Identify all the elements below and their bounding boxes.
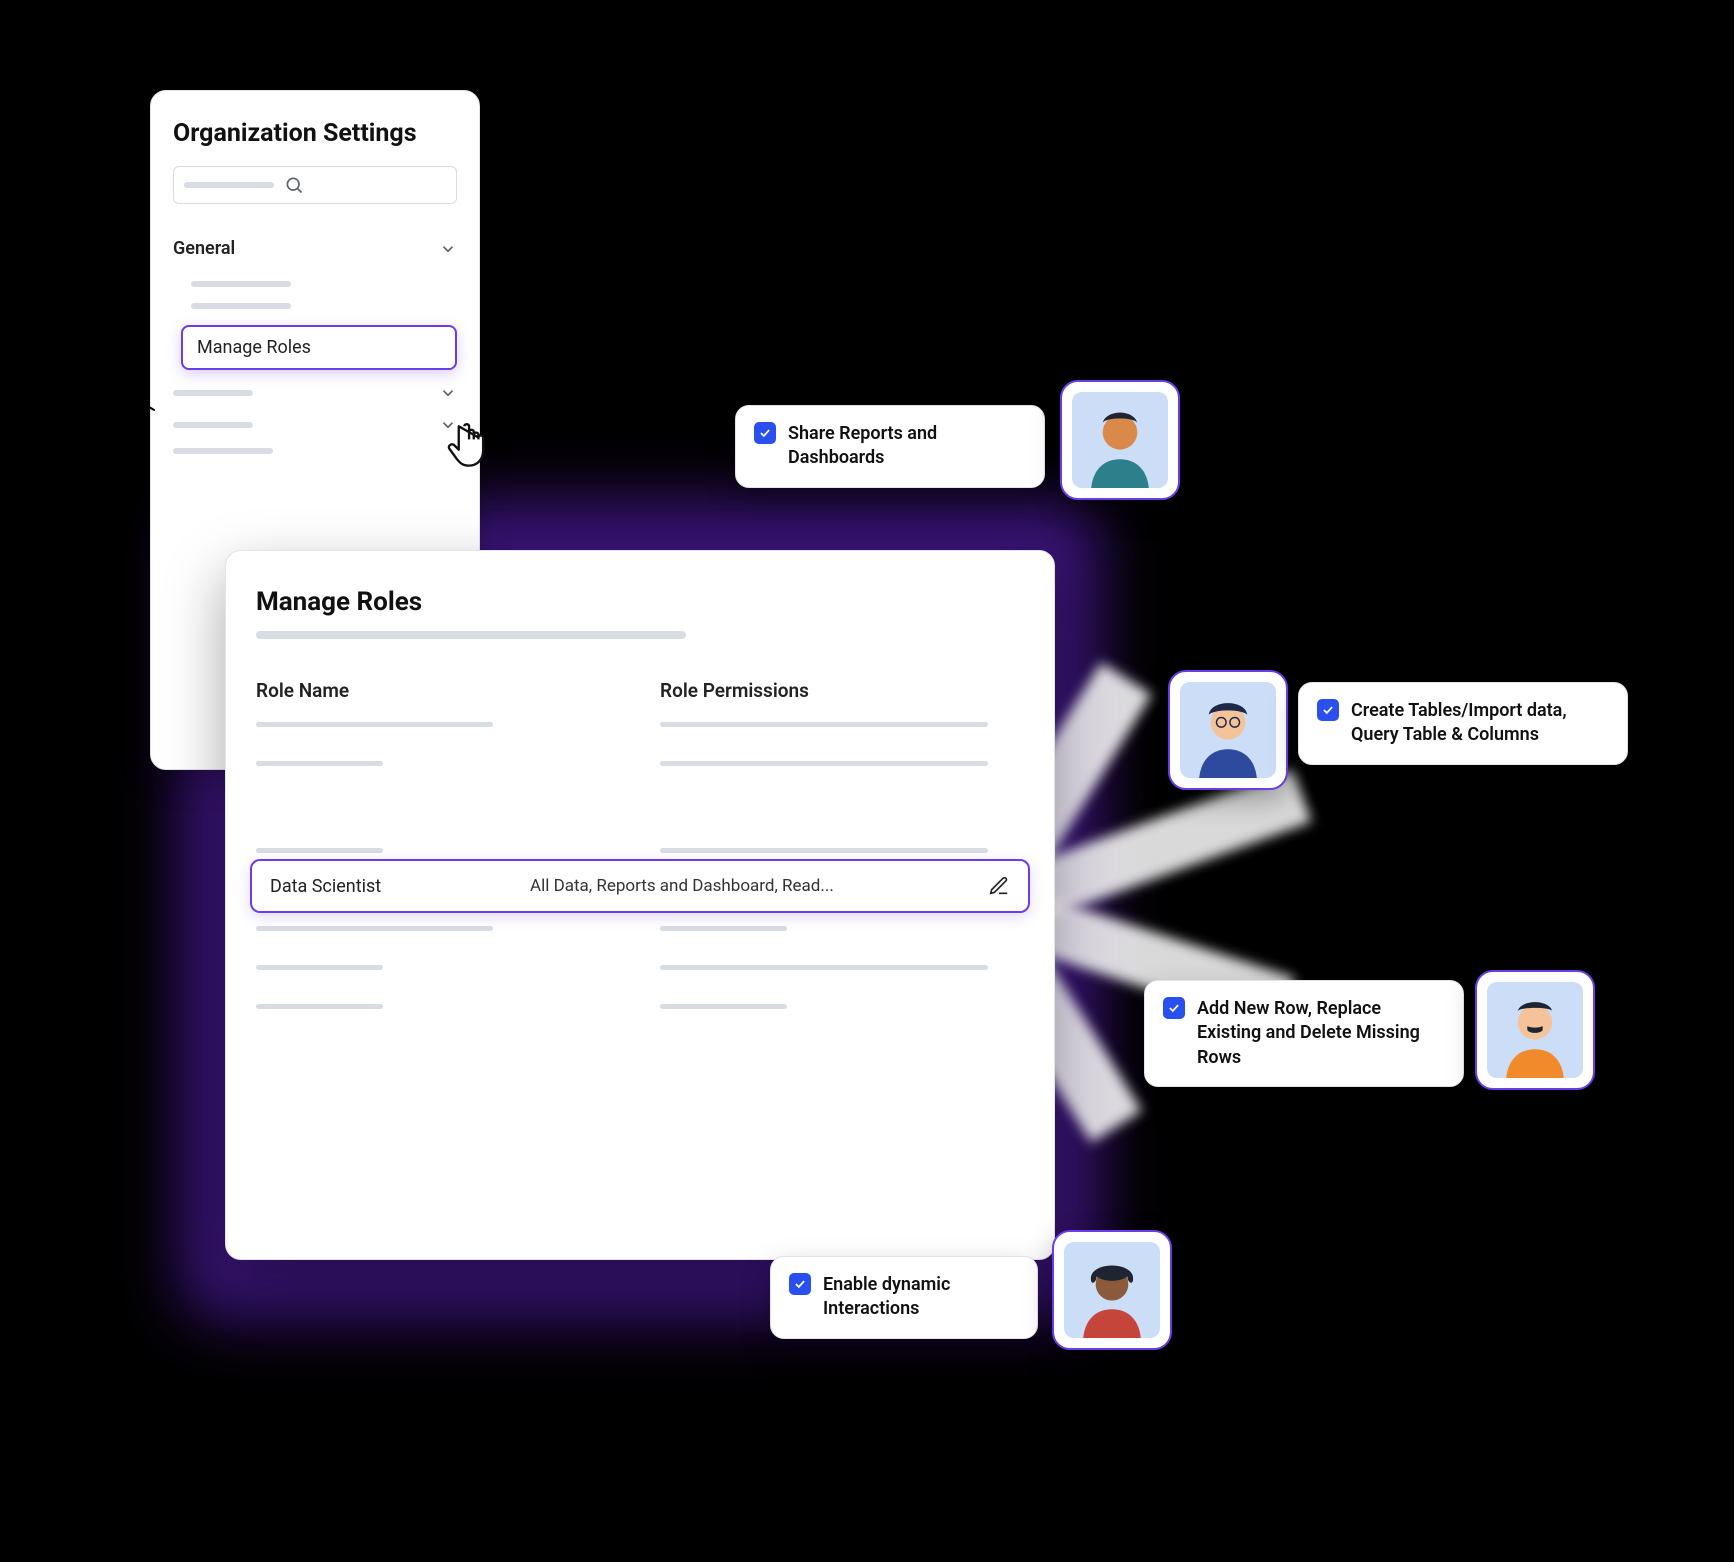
- table-row: [660, 761, 988, 766]
- permission-callout-dynamic-interactions: Enable dynamic Interactions: [770, 1256, 1038, 1339]
- chevron-down-icon: [439, 416, 457, 434]
- table-row: [660, 926, 787, 931]
- role-name: Data Scientist: [270, 876, 530, 897]
- permission-callout-add-row: Add New Row, Replace Existing and Delete…: [1144, 980, 1464, 1087]
- table-row: [660, 722, 988, 727]
- table-row: [660, 1004, 787, 1009]
- search-input[interactable]: [173, 166, 457, 204]
- table-row: [256, 926, 493, 931]
- table-row: [256, 761, 383, 766]
- table-row: [256, 1004, 383, 1009]
- avatar-illustration: [1072, 392, 1168, 488]
- permission-label: Enable dynamic Interactions: [823, 1273, 1019, 1322]
- avatar-illustration: [1064, 1242, 1160, 1338]
- role-row-selected[interactable]: Data Scientist All Data, Reports and Das…: [250, 859, 1030, 913]
- skeleton-item: [173, 422, 253, 428]
- avatar: [1060, 380, 1180, 500]
- avatar: [1168, 670, 1288, 790]
- chevron-down-icon: [439, 240, 457, 258]
- permission-callout-share-reports: Share Reports and Dashboards: [735, 405, 1045, 488]
- avatar: [1052, 1230, 1172, 1350]
- panel-title: Manage Roles: [256, 587, 1024, 617]
- search-icon: [284, 175, 304, 195]
- chevron-down-icon: [439, 384, 457, 402]
- click-accent: [138, 392, 168, 422]
- table-row: [256, 965, 383, 970]
- permission-label: Create Tables/Import data, Query Table &…: [1351, 699, 1609, 748]
- section-collapsed[interactable]: [173, 416, 457, 434]
- table-row: [660, 848, 988, 853]
- skeleton-item: [173, 448, 273, 454]
- section-collapsed[interactable]: [173, 448, 457, 454]
- table-row: [256, 722, 493, 727]
- panel-desc-skeleton: [256, 631, 686, 639]
- permission-label: Add New Row, Replace Existing and Delete…: [1197, 997, 1445, 1070]
- table-row: [660, 965, 988, 970]
- permission-checkbox[interactable]: [1317, 699, 1339, 721]
- permission-checkbox[interactable]: [1163, 997, 1185, 1019]
- search-placeholder-skeleton: [184, 182, 274, 188]
- sidebar-item-label: Manage Roles: [197, 337, 311, 358]
- section-general[interactable]: General: [173, 232, 457, 265]
- table-row: [256, 848, 383, 853]
- sidebar-item-manage-roles[interactable]: Manage Roles: [181, 325, 457, 370]
- manage-roles-panel: Manage Roles Role Name Role Permissions: [225, 550, 1055, 1260]
- role-permissions: All Data, Reports and Dashboard, Read...: [530, 876, 988, 896]
- general-items: [173, 281, 457, 309]
- edit-icon[interactable]: [988, 875, 1010, 897]
- avatar: [1475, 970, 1595, 1090]
- section-collapsed[interactable]: [173, 384, 457, 402]
- column-header-name: Role Name: [256, 679, 620, 702]
- skeleton-item: [191, 281, 291, 287]
- permission-callout-create-tables: Create Tables/Import data, Query Table &…: [1298, 682, 1628, 765]
- permission-label: Share Reports and Dashboards: [788, 422, 1026, 471]
- skeleton-item: [191, 303, 291, 309]
- sidebar-title: Organization Settings: [173, 119, 457, 148]
- avatar-illustration: [1487, 982, 1583, 1078]
- permission-checkbox[interactable]: [754, 422, 776, 444]
- skeleton-item: [173, 390, 253, 396]
- avatar-illustration: [1180, 682, 1276, 778]
- column-header-perms: Role Permissions: [660, 679, 1024, 702]
- permission-checkbox[interactable]: [789, 1273, 811, 1295]
- section-general-label: General: [173, 238, 235, 259]
